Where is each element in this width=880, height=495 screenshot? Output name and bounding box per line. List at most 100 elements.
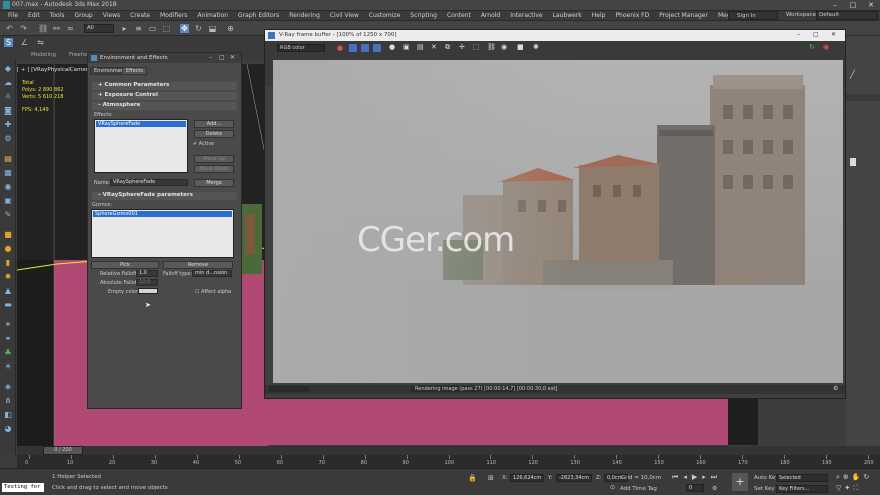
link-render-icon[interactable]: ⛓ — [487, 43, 496, 51]
blue-channel-icon[interactable] — [361, 44, 369, 52]
menu-item-interactive[interactable]: Interactive — [505, 12, 547, 19]
track-bar[interactable]: 0 10 20 30 40 50 60 70 80 90 100 110 120 130 140 150 160… — [17, 455, 880, 468]
systems-icon[interactable]: ⚙ — [3, 134, 13, 144]
rollout-spherefade[interactable]: – VRaySphereFade parameters — [92, 192, 237, 200]
window-crossing-icon[interactable]: ⬚ — [162, 24, 171, 33]
rollout-common-parameters[interactable]: + Common Parameters — [92, 82, 237, 90]
redo-icon[interactable]: ↷ — [19, 24, 28, 33]
menu-item-views[interactable]: Views — [98, 12, 125, 19]
tab-effects[interactable]: Effects — [122, 67, 147, 75]
cone-icon[interactable]: ▲ — [3, 286, 13, 296]
absolute-mode-icon[interactable]: ⊞ — [488, 474, 494, 482]
orbit-icon[interactable]: ↻ — [864, 473, 870, 482]
alpha-channel-icon[interactable] — [373, 44, 381, 52]
empty-color-swatch[interactable] — [138, 288, 158, 294]
absolute-falloff-spinner[interactable]: 10,0 — [136, 279, 158, 286]
rendered-image[interactable]: CGer.com — [273, 60, 843, 383]
move-up-button[interactable]: Move Up — [194, 155, 234, 163]
merge-button[interactable]: Merge — [194, 179, 234, 187]
panel-tool-icon[interactable]: ╱ — [850, 70, 855, 79]
hierarchy-icon[interactable]: ▦ — [3, 168, 13, 178]
vray-proxy-icon[interactable]: ◈ — [3, 382, 13, 392]
save-image-icon[interactable]: ▣ — [403, 43, 410, 51]
vfb-minimize-icon[interactable]: – — [797, 31, 800, 38]
mono-icon[interactable]: ● — [389, 43, 395, 51]
plane-icon[interactable]: ▬ — [3, 300, 13, 310]
relative-falloff-spinner[interactable]: 1,0 — [136, 270, 158, 277]
play-icon[interactable]: ▶ — [692, 473, 697, 482]
tab-modeling[interactable]: Modeling — [28, 52, 59, 60]
time-slider-thumb[interactable]: 0 / 200 — [43, 446, 83, 455]
lens-effects-icon[interactable]: ✺ — [533, 43, 539, 51]
vray-light-icon[interactable]: ☀ — [3, 362, 13, 372]
lock-selection-icon[interactable]: 🔒 — [468, 474, 477, 482]
modify-icon[interactable]: ▤ — [3, 154, 13, 164]
set-key-button[interactable]: Set Key — [754, 486, 775, 492]
light-bulb-icon[interactable]: ✹ — [3, 272, 13, 282]
go-to-start-icon[interactable]: ⏮ — [672, 473, 678, 482]
rollout-atmosphere[interactable]: – Atmosphere — [92, 102, 237, 110]
red-channel-icon[interactable]: ● — [337, 44, 343, 52]
effects-list[interactable]: VRaySphereFade — [94, 119, 188, 173]
minimize-icon[interactable]: – — [826, 0, 844, 11]
vfb-close-icon[interactable]: ✕ — [831, 31, 836, 38]
maxscript-listener[interactable]: Testing for — [2, 483, 44, 492]
placement-icon[interactable]: ⊕ — [226, 24, 235, 33]
zoom-all-icon[interactable]: ⊕ — [843, 473, 849, 482]
copy-icon[interactable]: ⧉ — [445, 43, 450, 52]
cylinder-icon[interactable]: ▮ — [3, 258, 13, 268]
rotate-icon[interactable]: ↻ — [194, 24, 203, 33]
set-key-plus-icon[interactable]: + — [732, 473, 748, 491]
vray-fur-icon[interactable]: ⋔ — [3, 396, 13, 406]
key-mode-select[interactable]: Selected — [776, 474, 828, 482]
panel-rollout[interactable] — [846, 94, 880, 101]
box-icon[interactable]: ■ — [3, 230, 13, 240]
menu-item-laubwerk[interactable]: Laubwerk — [548, 12, 587, 19]
menu-item-phoenix-fd[interactable]: Phoenix FD — [610, 12, 654, 19]
stop-render-icon[interactable]: ■ — [517, 43, 524, 51]
active-checkbox[interactable]: ✔ Active — [193, 141, 214, 147]
menu-item-group[interactable]: Group — [69, 12, 97, 19]
menu-item-scripting[interactable]: Scripting — [405, 12, 442, 19]
name-field[interactable]: VRaySphereFade — [110, 179, 188, 186]
delete-button[interactable]: Delete — [194, 130, 234, 138]
walk-icon[interactable]: ✦ — [844, 484, 850, 493]
prev-frame-icon[interactable]: ◂ — [683, 473, 687, 482]
key-filters-button[interactable]: Key Filters... — [776, 485, 828, 493]
maximize-icon[interactable]: □ — [844, 0, 862, 11]
undo-icon[interactable]: ↶ — [5, 24, 14, 33]
zoom-icon[interactable]: ⌕ — [836, 473, 840, 482]
workspace-select[interactable]: Default — [816, 11, 878, 20]
render-icon[interactable]: ◉ — [501, 43, 507, 51]
scale-icon[interactable]: ⬓ — [208, 24, 217, 33]
go-to-end-icon[interactable]: ⏭ — [711, 473, 717, 482]
menu-item-tools[interactable]: Tools — [45, 12, 70, 19]
move-icon[interactable]: ✥ — [180, 24, 189, 33]
vray-plane-icon[interactable]: ◧ — [3, 410, 13, 420]
dialog-close-icon[interactable]: ✕ — [230, 54, 235, 61]
vfb-title-bar[interactable]: V-Ray frame buffer - [100% of 1250 x 700… — [265, 30, 845, 41]
current-frame-field[interactable]: 0 — [686, 484, 704, 492]
dialog-minimize-icon[interactable]: – — [209, 54, 212, 61]
falloff-type-select[interactable]: min d...nsion — [192, 270, 232, 277]
menu-item-edit[interactable]: Edit — [23, 12, 45, 19]
track-mouse-icon[interactable]: ✛ — [459, 43, 465, 51]
time-config-icon[interactable]: ⚙ — [712, 485, 717, 492]
x-coordinate-field[interactable]: 126,624cm — [510, 474, 544, 482]
auto-key-button[interactable]: Auto Key — [754, 475, 779, 481]
affect-alpha-checkbox[interactable]: ☐ Affect alpha — [195, 289, 231, 295]
menu-item-animation[interactable]: Animation — [192, 12, 233, 19]
angle-snap-icon[interactable]: ∠ — [20, 38, 29, 47]
menu-item-create[interactable]: Create — [125, 12, 155, 19]
menu-item-help[interactable]: Help — [587, 12, 611, 19]
gizmos-list[interactable]: SphereGizmo001 — [91, 209, 234, 258]
fov-icon[interactable]: ▽ — [836, 484, 841, 493]
dialog-maximize-icon[interactable]: □ — [219, 54, 225, 61]
unlink-icon[interactable]: ⚯ — [52, 24, 61, 33]
sphere-icon[interactable]: ● — [3, 244, 13, 254]
gizmos-list-item[interactable]: SphereGizmo001 — [93, 211, 232, 217]
stop-icon[interactable]: ◉ — [823, 43, 829, 51]
utilities-icon[interactable]: ✎ — [3, 210, 13, 220]
menu-item-civil-view[interactable]: Civil View — [325, 12, 364, 19]
move-down-button[interactable]: Move Down — [194, 165, 234, 173]
